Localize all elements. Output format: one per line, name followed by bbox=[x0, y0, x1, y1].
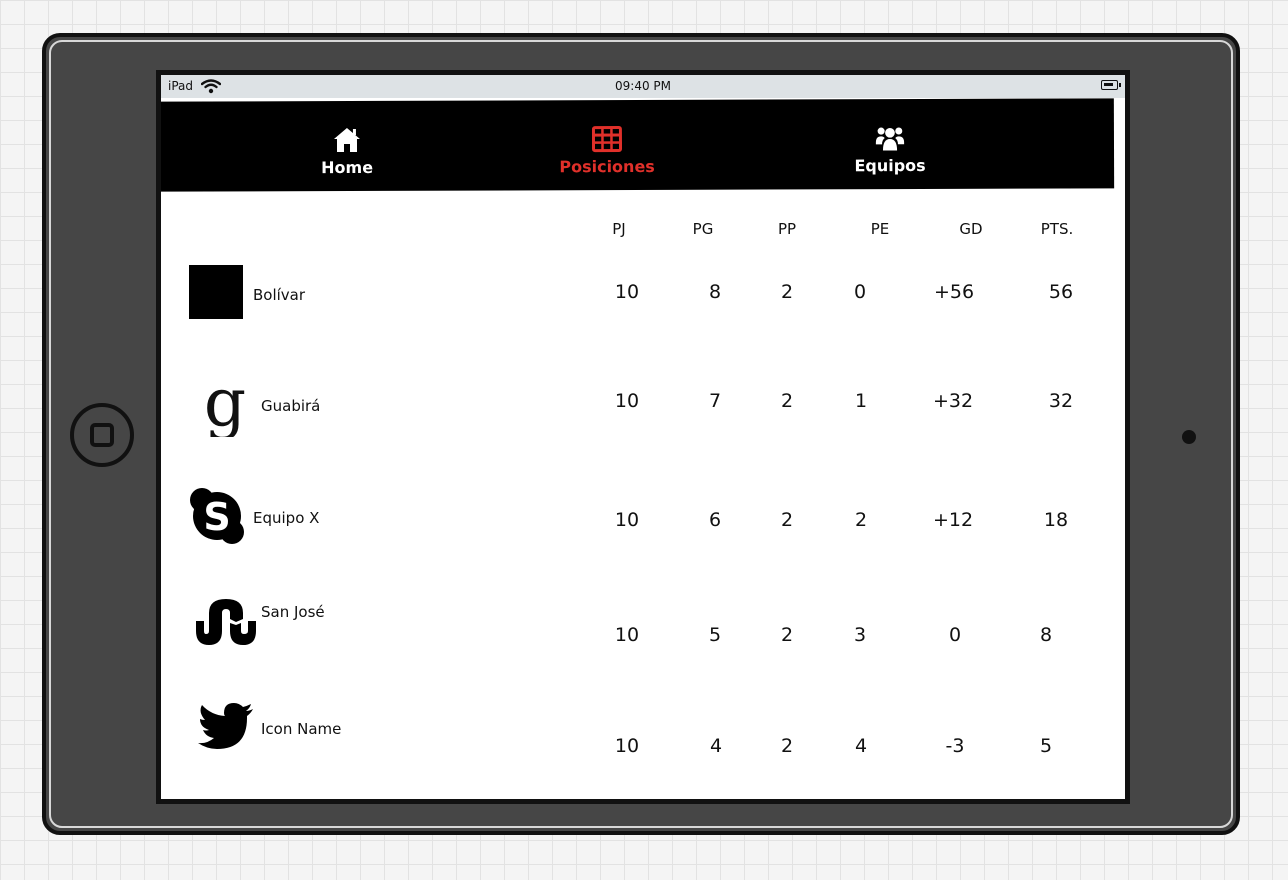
cell-gd: +56 bbox=[933, 281, 975, 303]
svg-text:g: g bbox=[204, 371, 246, 437]
team-name: Equipo X bbox=[253, 509, 320, 527]
cell-pj: 10 bbox=[614, 509, 640, 531]
svg-text:S: S bbox=[203, 495, 230, 539]
cell-pp: 2 bbox=[780, 390, 794, 412]
home-icon bbox=[333, 128, 360, 153]
cell-pj: 10 bbox=[614, 624, 640, 646]
cell-pp: 2 bbox=[780, 281, 794, 303]
column-header-pg: PG bbox=[692, 220, 714, 238]
cell-pj: 10 bbox=[614, 281, 640, 303]
cell-pj: 10 bbox=[614, 390, 640, 412]
cell-pe: 2 bbox=[854, 509, 868, 531]
cell-pg: 6 bbox=[708, 509, 722, 531]
cell-pg: 8 bbox=[708, 281, 722, 303]
cell-pp: 2 bbox=[780, 624, 794, 646]
tab-equipos-label: Equipos bbox=[854, 155, 926, 176]
users-icon bbox=[875, 127, 905, 151]
team-name: San José bbox=[261, 603, 325, 621]
cell-pe: 4 bbox=[854, 735, 868, 757]
cell-pg: 7 bbox=[708, 390, 722, 412]
cell-pg: 5 bbox=[708, 624, 722, 646]
home-hardware-button[interactable] bbox=[70, 403, 134, 467]
cell-pe: 1 bbox=[854, 390, 868, 412]
cell-pj: 10 bbox=[614, 735, 640, 757]
cell-gd: +12 bbox=[932, 509, 974, 531]
cell-pe: 0 bbox=[853, 281, 867, 303]
column-header-gd: GD bbox=[959, 220, 983, 238]
column-header-pp: PP bbox=[777, 220, 797, 238]
tab-home-label: Home bbox=[321, 157, 374, 178]
team-name: Guabirá bbox=[261, 397, 321, 415]
team-name: Bolívar bbox=[253, 286, 306, 304]
battery-icon bbox=[1101, 80, 1121, 90]
cell-pg: 4 bbox=[709, 735, 723, 757]
skype-icon: S bbox=[190, 488, 244, 544]
table-row[interactable]: g Guabirá 10 7 2 1 +32 32 bbox=[161, 365, 1125, 445]
twitter-icon bbox=[198, 703, 253, 749]
cell-pe: 3 bbox=[853, 624, 867, 646]
status-time: 09:40 PM bbox=[615, 79, 671, 93]
stumbleupon-icon bbox=[196, 599, 256, 645]
column-header-pe: PE bbox=[870, 220, 890, 238]
tab-posiciones[interactable]: Posiciones bbox=[507, 100, 707, 191]
table-row[interactable]: Icon Name 10 4 2 4 -3 5 bbox=[161, 700, 1125, 780]
table-row[interactable]: San José 10 5 2 3 0 8 bbox=[161, 593, 1125, 673]
cell-pts: 56 bbox=[1048, 281, 1074, 303]
google-icon: g bbox=[204, 371, 246, 437]
status-bar: iPad 09:40 PM bbox=[161, 75, 1125, 98]
tab-home[interactable]: Home bbox=[247, 101, 447, 192]
table-icon bbox=[591, 126, 623, 153]
table-row[interactable]: Bolívar 10 8 2 0 +56 56 bbox=[161, 260, 1125, 340]
cell-pts: 8 bbox=[1039, 624, 1053, 646]
team-name: Icon Name bbox=[261, 720, 342, 738]
tab-posiciones-label: Posiciones bbox=[559, 156, 655, 177]
cell-pts: 5 bbox=[1039, 735, 1053, 757]
camera-dot bbox=[1182, 430, 1196, 444]
cell-pp: 2 bbox=[780, 735, 794, 757]
column-header-pts: PTS. bbox=[1040, 220, 1074, 238]
tab-bar: Home Posiciones Equipos bbox=[161, 98, 1115, 192]
tablet-screen: iPad 09:40 PM Home Posiciones Equipos PJ… bbox=[156, 70, 1130, 804]
table-row[interactable]: S Equipo X 10 6 2 2 +12 18 bbox=[161, 487, 1125, 567]
tab-equipos[interactable]: Equipos bbox=[790, 99, 990, 190]
placeholder-square-icon bbox=[189, 265, 243, 319]
cell-gd: +32 bbox=[932, 390, 974, 412]
home-button-square-icon bbox=[90, 423, 114, 447]
cell-pts: 18 bbox=[1043, 509, 1069, 531]
cell-gd: 0 bbox=[948, 624, 962, 646]
cell-pts: 32 bbox=[1048, 390, 1074, 412]
cell-gd: -3 bbox=[945, 735, 965, 757]
cell-pp: 2 bbox=[780, 509, 794, 531]
column-header-pj: PJ bbox=[612, 220, 626, 238]
